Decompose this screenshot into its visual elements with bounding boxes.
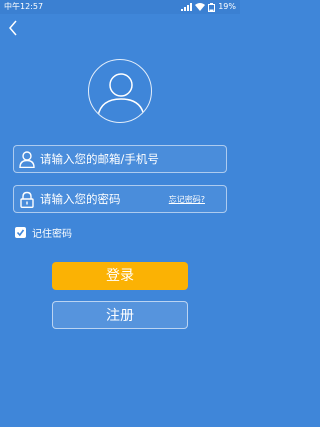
- battery-level: 19%: [218, 2, 236, 11]
- username-input[interactable]: [40, 146, 220, 172]
- avatar-icon: [97, 73, 145, 117]
- forgot-password-link[interactable]: 忘记密码?: [169, 194, 205, 205]
- login-button[interactable]: 登录: [52, 262, 188, 290]
- password-input[interactable]: [40, 186, 170, 212]
- remember-label: 记住密码: [32, 229, 72, 240]
- username-field: [13, 145, 227, 173]
- battery-icon: [208, 2, 216, 12]
- signal-icon: [181, 3, 193, 11]
- user-icon: [19, 151, 35, 168]
- password-field: 忘记密码?: [13, 185, 227, 213]
- check-icon: [16, 229, 25, 237]
- back-icon[interactable]: [8, 20, 18, 36]
- register-button[interactable]: 注册: [52, 301, 188, 329]
- status-icons: 19%: [181, 0, 236, 14]
- avatar: [88, 59, 152, 123]
- remember-password[interactable]: 记住密码: [15, 225, 72, 240]
- lock-icon: [20, 191, 34, 208]
- wifi-icon: [195, 3, 206, 11]
- status-time: 中午12:57: [4, 2, 44, 11]
- remember-checkbox[interactable]: [15, 227, 26, 238]
- status-bar: 中午12:57 19%: [0, 0, 240, 14]
